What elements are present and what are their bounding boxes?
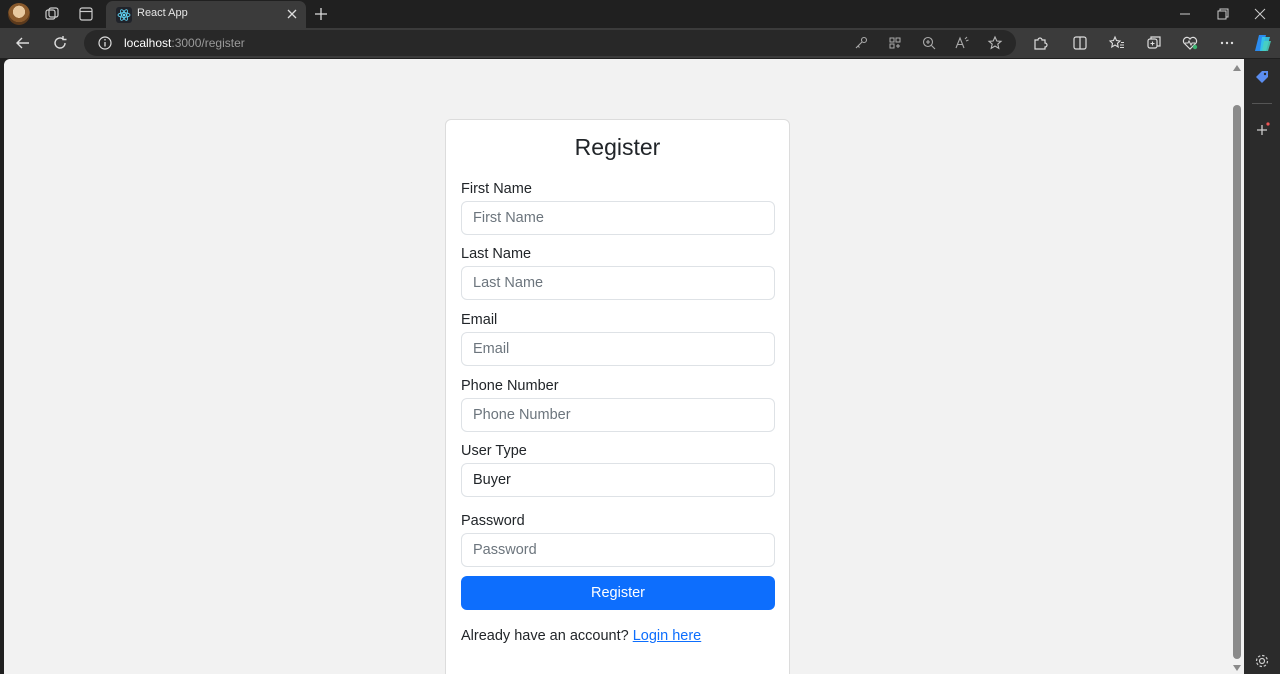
user-type-label: User Type <box>461 443 527 459</box>
key-icon[interactable] <box>853 35 869 51</box>
browser-toolbar: localhost:3000/register <box>0 28 1280 58</box>
address-bar[interactable]: localhost:3000/register <box>84 30 1016 56</box>
last-name-label: Last Name <box>461 246 532 262</box>
scrollbar-thumb[interactable] <box>1233 105 1241 659</box>
url-path: :3000/register <box>171 36 245 50</box>
email-label: Email <box>461 312 498 328</box>
back-icon[interactable] <box>14 34 32 52</box>
scroll-up-arrow-icon[interactable] <box>1233 65 1241 71</box>
read-aloud-icon[interactable] <box>954 35 970 51</box>
email-input[interactable] <box>461 332 775 366</box>
login-prompt-line: Already have an account? Login here <box>461 628 701 644</box>
tab-title: React App <box>137 7 188 19</box>
login-prompt-text: Already have an account? <box>461 628 629 644</box>
collections-icon[interactable] <box>1145 34 1163 52</box>
vertical-scrollbar[interactable] <box>1230 59 1244 674</box>
copilot-icon[interactable] <box>1252 32 1274 54</box>
first-name-label: First Name <box>461 181 532 197</box>
extensions-icon[interactable] <box>1031 34 1049 52</box>
more-menu-icon[interactable] <box>1218 34 1236 52</box>
profile-avatar[interactable] <box>8 3 30 25</box>
shopping-tag-icon[interactable] <box>1253 68 1271 86</box>
register-card: Register First Name Last Name Email Phon… <box>445 119 790 674</box>
tab-strip: React App <box>0 0 1280 28</box>
workspaces-icon[interactable] <box>43 5 61 23</box>
tab-actions-icon[interactable] <box>77 5 95 23</box>
user-type-select[interactable]: Buyer <box>461 463 775 497</box>
scroll-down-arrow-icon[interactable] <box>1233 665 1241 671</box>
favorites-icon[interactable] <box>1108 34 1126 52</box>
settings-gear-icon[interactable] <box>1253 652 1271 670</box>
close-icon[interactable] <box>284 6 300 22</box>
new-tab-icon[interactable] <box>312 5 330 23</box>
last-name-input[interactable] <box>461 266 775 300</box>
phone-label: Phone Number <box>461 378 559 394</box>
site-info-icon[interactable] <box>97 35 113 51</box>
browser-essentials-icon[interactable] <box>1181 34 1199 52</box>
password-label: Password <box>461 513 525 529</box>
minimize-icon[interactable] <box>1175 4 1195 24</box>
app-available-icon[interactable] <box>887 35 903 51</box>
page-viewport: Register First Name Last Name Email Phon… <box>4 59 1244 674</box>
sidebar-divider <box>1252 103 1272 104</box>
zoom-icon[interactable] <box>921 35 937 51</box>
phone-input[interactable] <box>461 398 775 432</box>
close-window-icon[interactable] <box>1250 4 1270 24</box>
split-screen-icon[interactable] <box>1071 34 1089 52</box>
react-favicon <box>116 7 132 23</box>
maximize-icon[interactable] <box>1212 4 1232 24</box>
favorite-star-icon[interactable] <box>987 35 1003 51</box>
login-link[interactable]: Login here <box>633 628 702 644</box>
url-host: localhost <box>124 36 172 50</box>
refresh-icon[interactable] <box>51 34 69 52</box>
page-title: Register <box>574 134 661 160</box>
edge-sidebar <box>1244 59 1280 674</box>
register-button[interactable]: Register <box>461 576 775 610</box>
password-input[interactable] <box>461 533 775 567</box>
first-name-input[interactable] <box>461 201 775 235</box>
tab-react-app[interactable]: React App <box>106 1 306 28</box>
url-text[interactable]: localhost:3000/register <box>124 36 245 50</box>
add-sidebar-app-icon[interactable] <box>1253 121 1271 139</box>
